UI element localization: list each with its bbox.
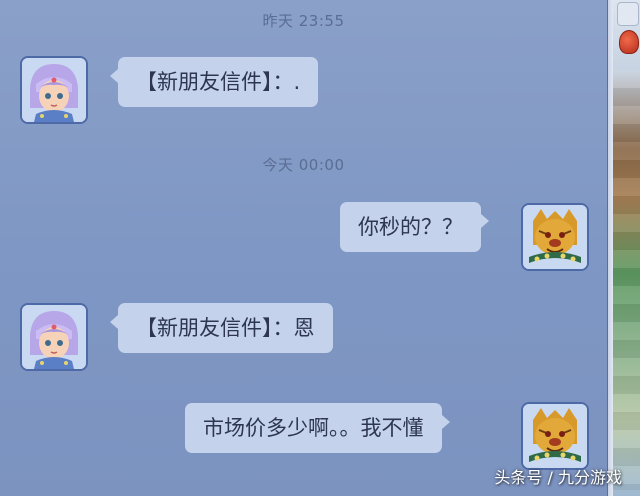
message-text: 【新朋友信件】：.: [136, 70, 301, 94]
window-icon[interactable]: [617, 2, 639, 26]
message-bubble-outgoing[interactable]: 你秒的？？: [340, 202, 489, 252]
tiger-avatar-image: [523, 205, 587, 269]
message-bubble-outgoing[interactable]: 市场价多少啊。。我不懂: [185, 403, 449, 453]
tiger-avatar-image: [523, 404, 587, 468]
watermark: 头条号 / 九分游戏: [494, 468, 622, 487]
girl-avatar[interactable]: [20, 56, 88, 124]
tiger-avatar[interactable]: [521, 402, 589, 470]
scene-decoration: [613, 70, 640, 490]
girl-avatar[interactable]: [20, 303, 88, 371]
girl-avatar-image: [22, 305, 86, 369]
message-bubble-incoming[interactable]: 【新朋友信件】：恩: [110, 303, 333, 353]
timestamp-today: 今天 00:00: [262, 156, 345, 174]
timestamp-yesterday: 昨天 23:55: [262, 12, 345, 30]
girl-avatar-image: [22, 58, 86, 122]
potion-icon[interactable]: [619, 30, 639, 54]
game-scene-background: [613, 0, 640, 496]
message-text: 你秒的？？: [358, 215, 463, 239]
message-text: 市场价多少啊。。我不懂: [203, 416, 424, 440]
message-text: 【新朋友信件】：恩: [136, 316, 315, 340]
message-bubble-incoming[interactable]: 【新朋友信件】：.: [109, 57, 319, 107]
chat-panel: 昨天 23:55 【新朋友信件】：. 今天 00:00 你秒的？？ 【新朋友信件…: [0, 0, 607, 496]
tiger-avatar[interactable]: [521, 203, 589, 271]
